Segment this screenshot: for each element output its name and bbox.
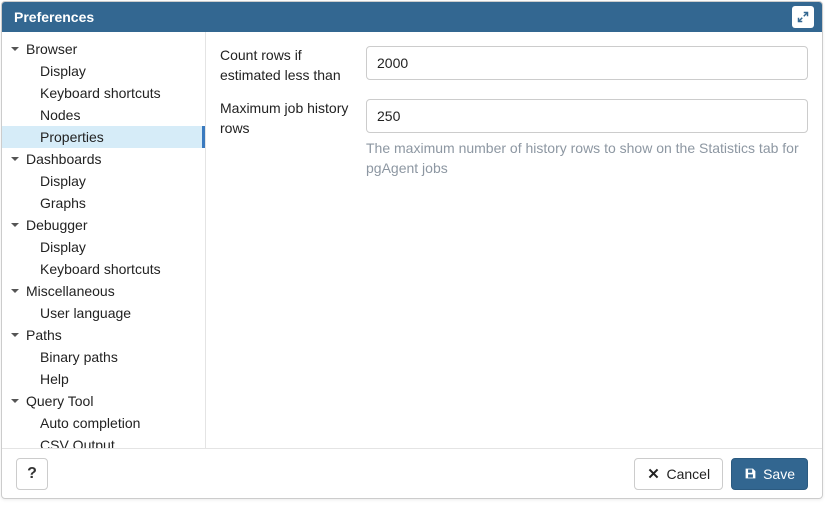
- cancel-button[interactable]: Cancel: [634, 458, 723, 490]
- tree-item[interactable]: Keyboard shortcuts: [2, 258, 205, 280]
- chevron-down-icon: [8, 220, 22, 230]
- preferences-dialog: Preferences BrowserDisplayKeyboard short…: [1, 1, 823, 499]
- tree-item[interactable]: Display: [2, 170, 205, 192]
- save-button[interactable]: Save: [731, 458, 808, 490]
- tree-item[interactable]: Auto completion: [2, 412, 205, 434]
- tree-category-label: Paths: [26, 327, 62, 343]
- sidebar: BrowserDisplayKeyboard shortcutsNodesPro…: [2, 32, 206, 448]
- chevron-down-icon: [8, 396, 22, 406]
- close-icon: [647, 467, 660, 480]
- row-max-history: Maximum job history rows The maximum num…: [220, 99, 808, 178]
- field-max-history: The maximum number of history rows to sh…: [366, 99, 808, 178]
- tree-category-label: Dashboards: [26, 151, 102, 167]
- content-pane: Count rows if estimated less than Maximu…: [206, 32, 822, 448]
- field-count-rows: [366, 46, 808, 80]
- tree-category-label: Query Tool: [26, 393, 93, 409]
- tree-item[interactable]: User language: [2, 302, 205, 324]
- chevron-down-icon: [8, 44, 22, 54]
- input-max-history[interactable]: [366, 99, 808, 133]
- chevron-down-icon: [8, 154, 22, 164]
- save-icon: [744, 467, 757, 480]
- tree-item[interactable]: Graphs: [2, 192, 205, 214]
- chevron-down-icon: [8, 330, 22, 340]
- tree-category[interactable]: Query Tool: [2, 390, 205, 412]
- help-button[interactable]: ?: [16, 458, 48, 490]
- cancel-label: Cancel: [666, 466, 710, 482]
- tree-category[interactable]: Paths: [2, 324, 205, 346]
- titlebar-actions: [792, 6, 814, 28]
- sidebar-tree[interactable]: BrowserDisplayKeyboard shortcutsNodesPro…: [2, 32, 205, 448]
- dialog-footer: ? Cancel Save: [2, 448, 822, 498]
- dialog-titlebar: Preferences: [2, 2, 822, 32]
- tree-category[interactable]: Browser: [2, 38, 205, 60]
- footer-actions: Cancel Save: [634, 458, 808, 490]
- tree-item[interactable]: Help: [2, 368, 205, 390]
- dialog-title: Preferences: [14, 9, 94, 25]
- label-count-rows: Count rows if estimated less than: [220, 46, 366, 85]
- tree-item[interactable]: Display: [2, 236, 205, 258]
- tree-item[interactable]: Display: [2, 60, 205, 82]
- chevron-down-icon: [8, 286, 22, 296]
- tree-item[interactable]: Binary paths: [2, 346, 205, 368]
- tree-category-label: Debugger: [26, 217, 88, 233]
- dialog-body: BrowserDisplayKeyboard shortcutsNodesPro…: [2, 32, 822, 448]
- tree-category-label: Browser: [26, 41, 77, 57]
- tree-item[interactable]: Properties: [2, 126, 205, 148]
- tree-category[interactable]: Miscellaneous: [2, 280, 205, 302]
- tree-category-label: Miscellaneous: [26, 283, 115, 299]
- row-count-rows: Count rows if estimated less than: [220, 46, 808, 85]
- input-count-rows[interactable]: [366, 46, 808, 80]
- tree-item[interactable]: Nodes: [2, 104, 205, 126]
- tree-category[interactable]: Dashboards: [2, 148, 205, 170]
- save-label: Save: [763, 466, 795, 482]
- tree-item[interactable]: Keyboard shortcuts: [2, 82, 205, 104]
- tree-category[interactable]: Debugger: [2, 214, 205, 236]
- help-max-history: The maximum number of history rows to sh…: [366, 139, 808, 178]
- label-max-history: Maximum job history rows: [220, 99, 366, 138]
- expand-icon[interactable]: [792, 6, 814, 28]
- tree-item[interactable]: CSV Output: [2, 434, 205, 448]
